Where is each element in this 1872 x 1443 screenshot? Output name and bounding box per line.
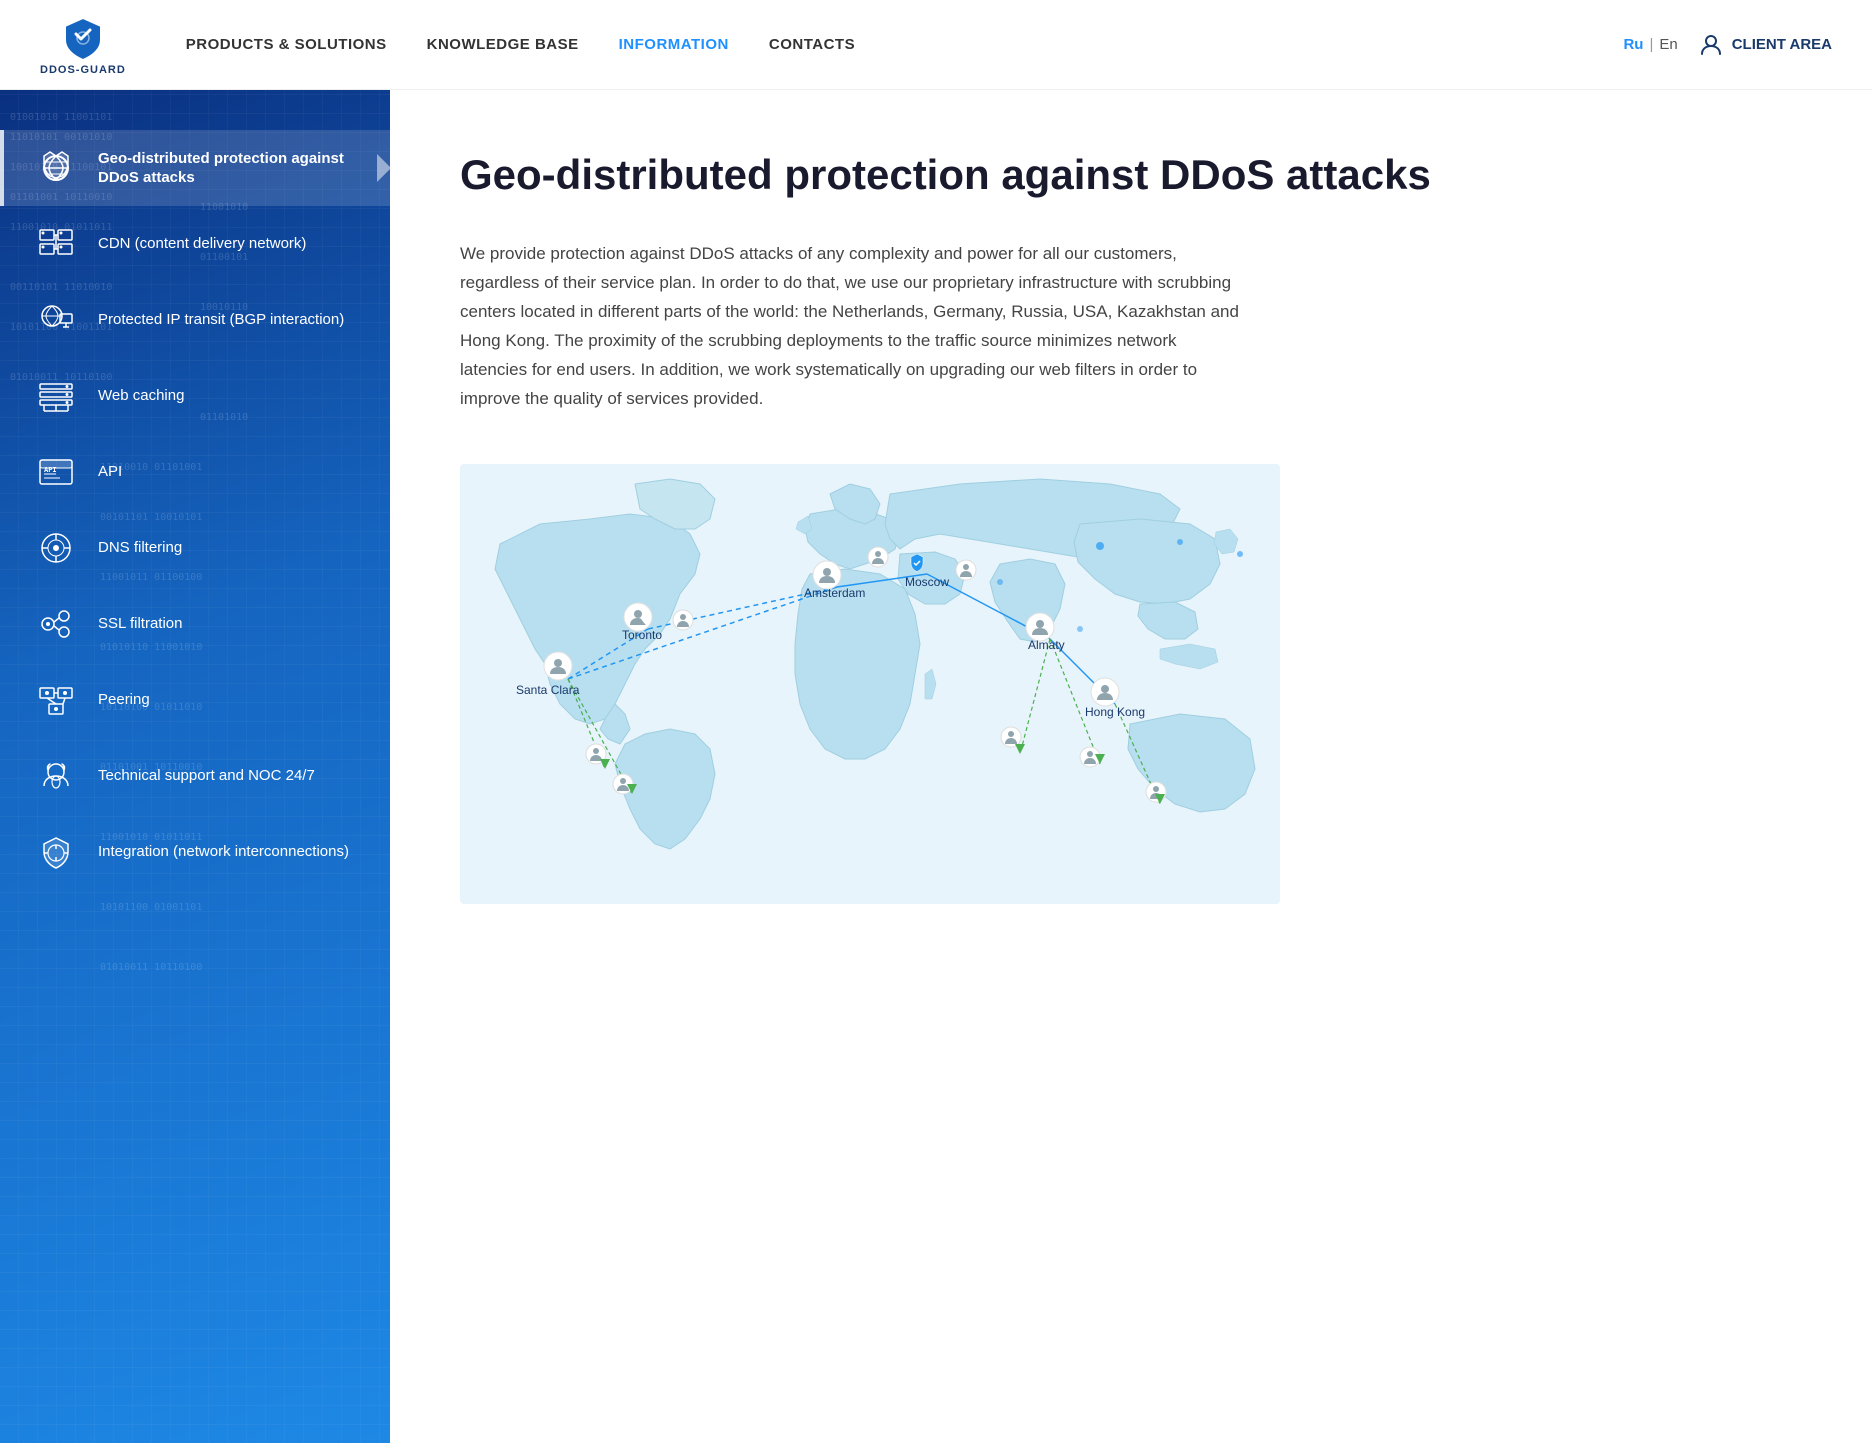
- svg-text:Toronto: Toronto: [622, 628, 662, 642]
- client-area-button[interactable]: CLIENT AREA: [1698, 32, 1832, 58]
- dns-icon: [34, 526, 78, 570]
- nav-information[interactable]: INFORMATION: [619, 36, 729, 53]
- main-layout: 01001010 11001101 11010101 00101010 1001…: [0, 90, 1872, 1443]
- main-content: Geo-distributed protection against DDoS …: [390, 90, 1872, 1443]
- svg-text:API: API: [44, 466, 57, 474]
- lang-switcher: Ru | En: [1623, 36, 1677, 53]
- client-area-label: CLIENT AREA: [1732, 36, 1832, 53]
- sidebar-item-label-5: DNS filtering: [98, 538, 182, 558]
- sidebar-item-ssl[interactable]: SSL filtration: [0, 586, 390, 662]
- sidebar-item-label-2: Protected IP transit (BGP interaction): [98, 310, 344, 330]
- nav-products[interactable]: PRODUCTS & SOLUTIONS: [186, 36, 387, 53]
- svg-text:01010011 10110100: 01010011 10110100: [100, 962, 202, 973]
- sidebar-active-arrow: [377, 154, 390, 182]
- logo-icon: [59, 14, 107, 62]
- page-title: Geo-distributed protection against DDoS …: [460, 150, 1802, 200]
- sidebar-item-ddos[interactable]: Geo-distributed protection against DDoS …: [0, 130, 390, 206]
- map-container: Santa Clara Toronto Amsterdam: [460, 464, 1280, 904]
- sidebar-item-label-1: CDN (content delivery network): [98, 234, 306, 254]
- svg-text:Santa Clara: Santa Clara: [516, 683, 580, 697]
- svg-text:Amsterdam: Amsterdam: [804, 586, 865, 600]
- sidebar-item-label-7: Peering: [98, 690, 150, 710]
- main-nav: PRODUCTS & SOLUTIONS KNOWLEDGE BASE INFO…: [186, 36, 1624, 53]
- sidebar-item-webcache[interactable]: Web caching: [0, 358, 390, 434]
- lang-separator: |: [1649, 36, 1653, 53]
- sidebar-item-label-9: Integration (network interconnections): [98, 842, 349, 862]
- integration-icon: [34, 830, 78, 874]
- sidebar-item-support[interactable]: Technical support and NOC 24/7: [0, 738, 390, 814]
- world-map: Santa Clara Toronto Amsterdam: [460, 464, 1280, 904]
- svg-text:Moscow: Moscow: [905, 575, 949, 589]
- sidebar-item-peering[interactable]: Peering: [0, 662, 390, 738]
- peering-icon: [34, 678, 78, 722]
- svg-text:10101100 01001101: 10101100 01001101: [100, 902, 202, 913]
- sidebar-item-label-4: API: [98, 462, 122, 482]
- sidebar-item-cdn[interactable]: CDN (content delivery network): [0, 206, 390, 282]
- sidebar-item-label-6: SSL filtration: [98, 614, 183, 634]
- svg-text:Hong Kong: Hong Kong: [1085, 705, 1145, 719]
- sidebar-item-ip-transit[interactable]: Protected IP transit (BGP interaction): [0, 282, 390, 358]
- sidebar: 01001010 11001101 11010101 00101010 1001…: [0, 90, 390, 1443]
- cdn-icon: [34, 222, 78, 266]
- logo-text: DDOS-GUARD: [40, 64, 126, 76]
- sidebar-item-label-0: Geo-distributed protection against DDoS …: [98, 149, 360, 188]
- globe-monitor-icon: [34, 298, 78, 342]
- header-right: Ru | En CLIENT AREA: [1623, 32, 1832, 58]
- lang-en[interactable]: En: [1659, 36, 1677, 53]
- shield-globe-icon: [34, 146, 78, 190]
- header: DDOS-GUARD PRODUCTS & SOLUTIONS KNOWLEDG…: [0, 0, 1872, 90]
- logo[interactable]: DDOS-GUARD: [40, 14, 126, 76]
- nav-knowledge[interactable]: KNOWLEDGE BASE: [427, 36, 579, 53]
- support-icon: [34, 754, 78, 798]
- web-cache-icon: [34, 374, 78, 418]
- sidebar-item-api[interactable]: API API: [0, 434, 390, 510]
- sidebar-item-integration[interactable]: Integration (network interconnections): [0, 814, 390, 890]
- lang-ru[interactable]: Ru: [1623, 36, 1643, 53]
- sidebar-item-label-8: Technical support and NOC 24/7: [98, 766, 315, 786]
- ssl-icon: [34, 602, 78, 646]
- sidebar-item-label-3: Web caching: [98, 386, 184, 406]
- api-icon: API: [34, 450, 78, 494]
- page-description: We provide protection against DDoS attac…: [460, 240, 1240, 413]
- sidebar-item-dns[interactable]: DNS filtering: [0, 510, 390, 586]
- nav-contacts[interactable]: CONTACTS: [769, 36, 855, 53]
- user-icon: [1698, 32, 1724, 58]
- svg-text:Almaty: Almaty: [1028, 638, 1065, 652]
- sidebar-items: Geo-distributed protection against DDoS …: [0, 110, 390, 890]
